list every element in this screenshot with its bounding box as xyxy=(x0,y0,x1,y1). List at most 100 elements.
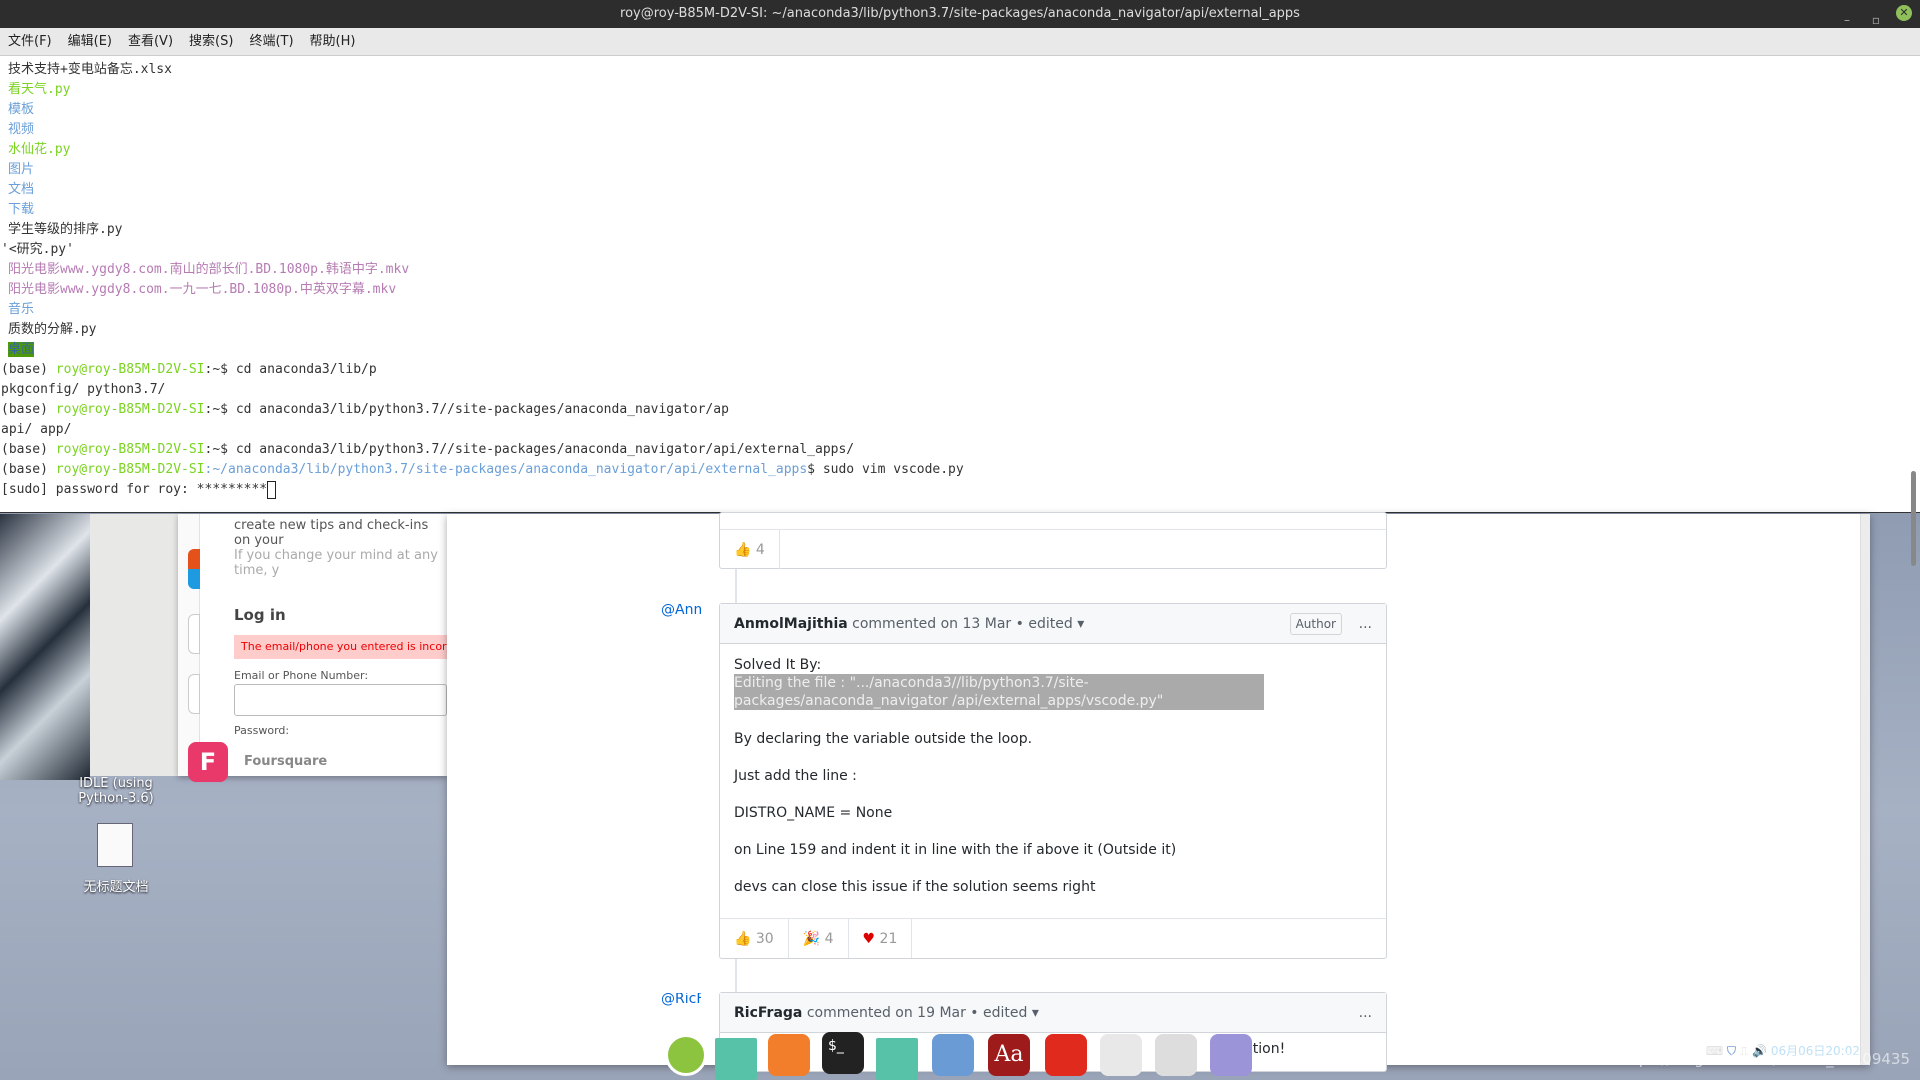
terminal-icon[interactable]: $_ xyxy=(822,1032,864,1074)
comment-text: devs can close this issue if the solutio… xyxy=(734,879,1096,895)
command: cd anaconda3/lib/p xyxy=(235,362,377,377)
email-field[interactable] xyxy=(234,684,447,716)
dir-entry: 图片 xyxy=(8,162,35,177)
mint-menu-icon[interactable] xyxy=(665,1034,707,1076)
comment-card: AnmolMajithia commented on 13 Mar • edit… xyxy=(719,603,1387,959)
info-text: create new tips and check-ins on your xyxy=(234,518,429,548)
window-title: roy@roy-B85M-D2V-SI: ~/anaconda3/lib/pyt… xyxy=(620,6,1300,21)
app-icon[interactable] xyxy=(188,674,200,714)
text-cursor xyxy=(267,480,277,499)
icon-label: 无标题文档 xyxy=(83,880,149,895)
prompt-path: :~/anaconda3/lib/python3.7/site-packages… xyxy=(204,462,808,477)
edited-dropdown[interactable]: edited xyxy=(983,1005,1027,1021)
browser-scrollbar[interactable] xyxy=(1860,514,1870,1065)
file-entry: 水仙花.py xyxy=(8,142,71,157)
command: cd anaconda3/lib/python3.7//site-package… xyxy=(235,442,855,457)
terminal-output[interactable]: 技术支持+变电站备忘.xlsx 看天气.py 模板 视频 水仙花.py 图片 文… xyxy=(0,56,1920,566)
firefox-icon[interactable] xyxy=(768,1034,810,1076)
prompt-user: roy@roy-B85M-D2V-SI xyxy=(55,402,205,417)
command: cd anaconda3/lib/python3.7//site-package… xyxy=(235,402,729,417)
comment-header: AnmolMajithia commented on 13 Mar • edit… xyxy=(720,604,1386,644)
prompt-user: roy@roy-B85M-D2V-SI xyxy=(55,462,205,477)
settings-icon[interactable] xyxy=(1155,1034,1197,1076)
comment-date[interactable]: commented on 19 Mar xyxy=(807,1005,966,1021)
menu-help[interactable]: 帮助(H) xyxy=(302,28,364,56)
comment-header: RicFraga commented on 19 Mar • edited ▾ … xyxy=(720,993,1386,1033)
close-button[interactable]: ✕ xyxy=(1896,5,1912,21)
app-icon[interactable] xyxy=(188,614,200,654)
dir-entry-highlight: 桌面 xyxy=(8,342,35,357)
prompt-user: roy@roy-B85M-D2V-SI xyxy=(55,362,205,377)
reaction-tada[interactable]: 🎉 4 xyxy=(789,919,849,958)
email-label: Email or Phone Number: xyxy=(234,669,369,682)
foursquare-logo-icon[interactable]: F xyxy=(188,742,228,782)
prompt-env: (base) xyxy=(1,462,56,477)
menu-file[interactable]: 文件(F) xyxy=(0,28,60,56)
comment-text: By declaring the variable outside the lo… xyxy=(734,731,1033,747)
files-icon[interactable] xyxy=(876,1038,918,1080)
prompt-path: :~$ xyxy=(204,442,236,457)
terminal-title-bar: roy@roy-B85M-D2V-SI: ~/anaconda3/lib/pyt… xyxy=(0,0,1920,28)
prompt-env: (base) xyxy=(1,442,56,457)
comment-body: Solved It By: Editing the file : ".../ana… xyxy=(720,644,1386,927)
desktop-icon-idle[interactable]: IDLE (using Python-3.6) xyxy=(70,776,162,806)
reaction-heart[interactable]: ♥ 21 xyxy=(849,919,913,958)
comment-author[interactable]: RicFraga xyxy=(734,1005,802,1021)
chromium-icon[interactable] xyxy=(932,1034,974,1076)
timeline-line xyxy=(735,569,737,603)
comment-text: Solved It By: xyxy=(734,657,822,673)
media-entry: 阳光电影www.ygdy8.com.南山的部长们.BD.1080p.韩语中字.m… xyxy=(8,262,410,277)
reaction-thumbs-up[interactable]: 👍 30 xyxy=(720,919,789,958)
apps-grid-icon[interactable] xyxy=(1100,1034,1142,1076)
prompt-env: (base) xyxy=(1,362,56,377)
reactions-bar: 👍 30 🎉 4 ♥ 21 xyxy=(720,918,1386,958)
file-entry: 学生等级的排序.py xyxy=(8,222,123,237)
background-window xyxy=(90,514,178,776)
file-entry: 质数的分解.py xyxy=(8,322,97,337)
reaction-thumbs-up[interactable]: 👍 4 xyxy=(720,530,780,569)
more-options-button[interactable]: ... xyxy=(1359,993,1372,1033)
prompt-user: roy@roy-B85M-D2V-SI xyxy=(55,442,205,457)
netease-music-icon[interactable] xyxy=(1045,1034,1087,1076)
menu-view[interactable]: 查看(V) xyxy=(120,28,181,56)
menu-edit[interactable]: 编辑(E) xyxy=(60,28,120,56)
app-strip xyxy=(178,514,200,776)
timeline-line xyxy=(735,959,737,992)
dir-entry: 下载 xyxy=(8,202,35,217)
avatar-anmolmajithia[interactable]: @AnmolMajithia xyxy=(661,604,701,642)
menu-search[interactable]: 搜索(S) xyxy=(181,28,241,56)
dir-entry: 文档 xyxy=(8,182,35,197)
sudo-prompt: [sudo] password for roy: ********* xyxy=(1,482,268,497)
text-editor-icon[interactable] xyxy=(1210,1034,1252,1076)
avatar-ricfraga[interactable]: @RicFraga xyxy=(661,993,701,1023)
wallpaper-mountain xyxy=(0,514,90,780)
icon-label: IDLE (using Python-3.6) xyxy=(78,776,154,806)
desktop-icon-document[interactable]: 无标题文档 xyxy=(70,876,162,895)
file-entry: 技术支持+变电站备忘.xlsx xyxy=(8,62,172,77)
edited-dropdown[interactable]: edited xyxy=(1028,616,1072,632)
media-entry: 阳光电影www.ygdy8.com.一九一七.BD.1080p.中英双字幕.mk… xyxy=(8,282,397,297)
prompt-env: (base) xyxy=(1,402,56,417)
dir-entry: 模板 xyxy=(8,102,35,117)
output: api/ app/ xyxy=(1,422,72,437)
info-text: If you change your mind at any time, y xyxy=(234,548,438,578)
dictionary-icon[interactable]: Aa xyxy=(988,1034,1030,1076)
menu-terminal[interactable]: 终端(T) xyxy=(241,28,301,56)
comment-author[interactable]: AnmolMajithia xyxy=(734,616,848,632)
author-badge: Author xyxy=(1289,613,1342,635)
document-icon[interactable] xyxy=(97,823,133,867)
file-entry: 看天气.py xyxy=(8,82,71,97)
password-label: Password: xyxy=(234,724,290,737)
comment-text: on Line 159 and indent it in line with t… xyxy=(734,842,1177,858)
previous-comment: 👍 4 xyxy=(719,512,1387,569)
app-icon[interactable] xyxy=(188,549,200,589)
prompt-path: :~$ xyxy=(204,362,236,377)
window-icon[interactable] xyxy=(715,1038,757,1080)
menu-bar: 文件(F) 编辑(E) 查看(V) 搜索(S) 终端(T) 帮助(H) xyxy=(0,28,1920,56)
error-message: The email/phone you entered is incorrect… xyxy=(234,635,447,659)
terminal-scrollbar[interactable] xyxy=(1911,471,1916,566)
more-options-button[interactable]: ... xyxy=(1359,604,1372,644)
browser-window: 👍 4 @AnmolMajithia AnmolMajithia comment… xyxy=(447,512,1870,1072)
comment-date[interactable]: commented on 13 Mar xyxy=(852,616,1011,632)
prompt-path: :~$ xyxy=(204,402,236,417)
